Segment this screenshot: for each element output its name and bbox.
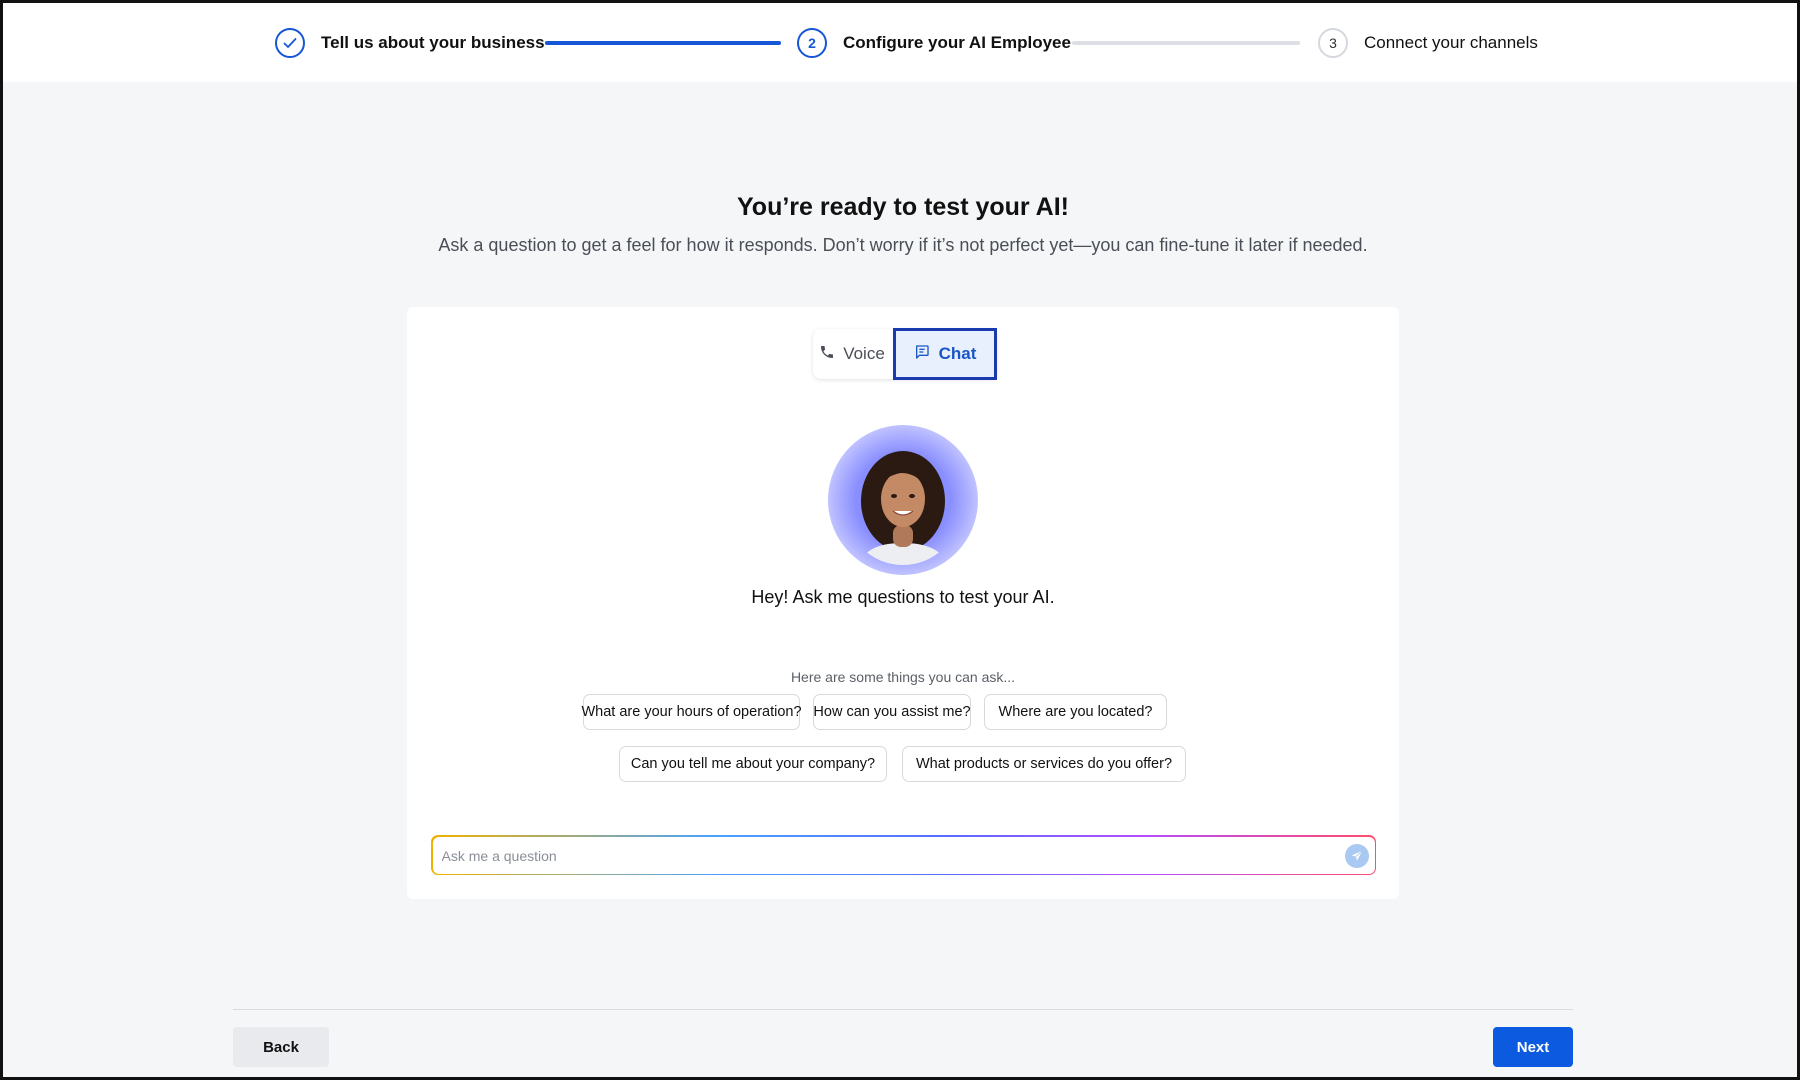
- step-connector-2: [1072, 41, 1300, 45]
- suggestion-chip[interactable]: Where are you located?: [984, 694, 1167, 730]
- chat-input-wrapper: [431, 835, 1376, 876]
- step-2-label: Configure your AI Employee: [843, 33, 1071, 52]
- tab-voice-label: Voice: [843, 344, 885, 363]
- suggestion-chip[interactable]: What are your hours of operation?: [581, 694, 802, 730]
- step-3[interactable]: 3 Connect your channels: [1318, 26, 1538, 60]
- app-frame: Tell us about your business 2 Configure …: [0, 0, 1800, 1080]
- phone-icon: [819, 344, 835, 365]
- step-3-label: Connect your channels: [1364, 33, 1538, 52]
- step-2[interactable]: 2 Configure your AI Employee: [797, 26, 1071, 60]
- footer-divider: [233, 1009, 1573, 1010]
- step-connector-1: [545, 41, 781, 45]
- chat-input-box: [432, 836, 1375, 876]
- suggestions-hint: Here are some things you can ask...: [790, 669, 1016, 685]
- check-icon: [275, 28, 305, 58]
- page-title: You’re ready to test your AI!: [736, 193, 1069, 221]
- avatar-portrait: [855, 451, 951, 565]
- back-button[interactable]: Back: [233, 1027, 329, 1067]
- send-button[interactable]: [1344, 843, 1369, 868]
- assistant-greeting: Hey! Ask me questions to test your AI.: [751, 587, 1055, 607]
- step-1-label: Tell us about your business: [321, 33, 545, 52]
- step-1[interactable]: Tell us about your business: [275, 26, 545, 60]
- mode-toggle: Voice Chat: [813, 328, 997, 380]
- step-2-number: 2: [797, 28, 827, 58]
- page-subtitle: Ask a question to get a feel for how it …: [438, 235, 1368, 255]
- suggestion-chip[interactable]: What products or services do you offer?: [902, 746, 1186, 782]
- chat-icon: [914, 344, 930, 365]
- next-button[interactable]: Next: [1493, 1027, 1573, 1067]
- ai-avatar: [828, 425, 978, 575]
- tab-chat[interactable]: Chat: [893, 328, 997, 380]
- step-3-number: 3: [1318, 28, 1348, 58]
- tab-voice[interactable]: Voice: [813, 329, 891, 379]
- send-icon: [1351, 849, 1363, 861]
- chat-input[interactable]: [439, 836, 1324, 876]
- suggestion-chip[interactable]: How can you assist me?: [813, 694, 971, 730]
- stepper-header: Tell us about your business 2 Configure …: [3, 3, 1797, 82]
- suggestion-chip[interactable]: Can you tell me about your company?: [619, 746, 887, 782]
- test-ai-card: Voice Chat Hey! Ask me questions to test…: [407, 307, 1399, 899]
- tab-chat-label: Chat: [938, 344, 977, 363]
